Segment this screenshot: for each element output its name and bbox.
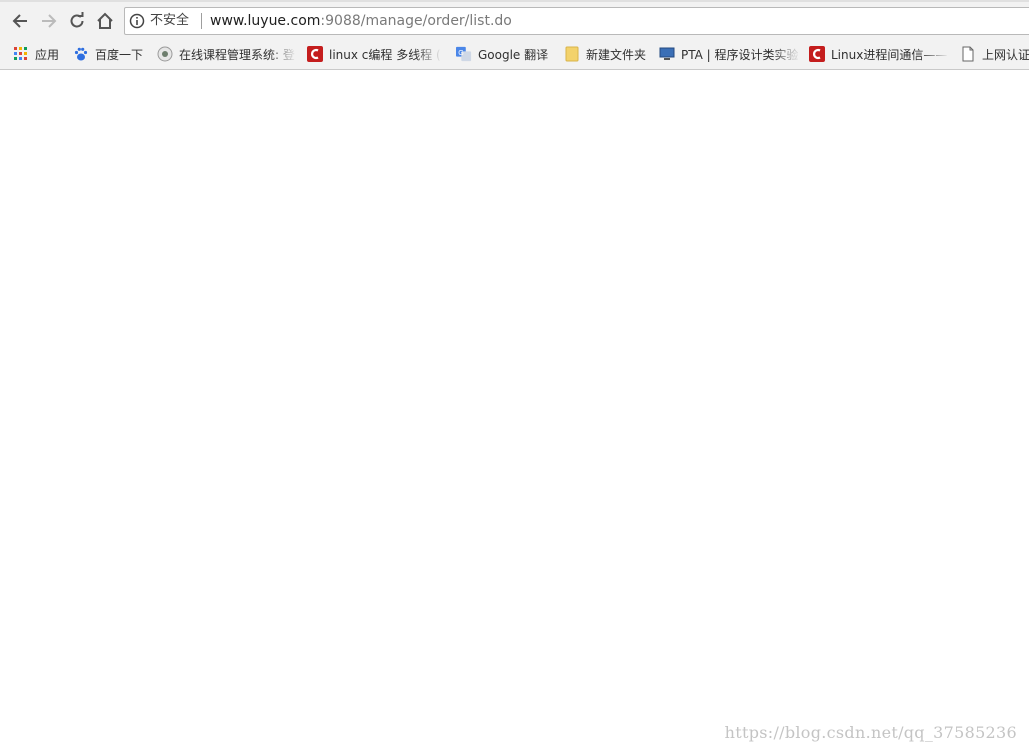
browser-toolbar: 不安全 www.luyue.com:9088/manage/order/list… — [0, 0, 1029, 40]
bookmark-apps[interactable]: 应用 — [13, 44, 59, 64]
bookmark-linux-c-thread[interactable]: linux c编程 多线程 ( — [307, 44, 442, 64]
forward-arrow-icon — [40, 12, 58, 30]
bookmark-baidu[interactable]: 百度一下 — [73, 44, 143, 64]
bookmark-label: 新建文件夹 — [586, 47, 647, 62]
bookmark-course-system[interactable]: 在线课程管理系统: 登 — [157, 44, 297, 64]
bookmark-linux-ipc[interactable]: Linux进程间通信—— — [809, 44, 949, 64]
baidu-paw-icon — [73, 46, 89, 62]
bookmark-label: 在线课程管理系统: 登 — [179, 47, 295, 62]
course-logo-icon — [157, 46, 173, 62]
home-button[interactable] — [94, 10, 116, 32]
monitor-icon — [659, 46, 675, 62]
page-content: https://blog.csdn.net/qq_37585236 — [0, 70, 1029, 750]
url-text[interactable]: www.luyue.com:9088/manage/order/list.do — [210, 12, 512, 30]
url-host: www.luyue.com — [210, 13, 321, 29]
folder-icon — [564, 46, 580, 62]
bookmark-new-folder[interactable]: 新建文件夹 — [564, 44, 646, 64]
bookmark-label: 上网认证 — [982, 47, 1029, 62]
security-label[interactable]: 不安全 — [150, 13, 189, 29]
csdn-icon — [307, 46, 323, 62]
bookmark-pta[interactable]: PTA | 程序设计类实验 — [659, 44, 801, 64]
reload-icon — [68, 12, 86, 30]
csdn-icon — [809, 46, 825, 62]
forward-button[interactable] — [38, 10, 60, 32]
svg-text:G: G — [458, 49, 464, 57]
home-icon — [96, 12, 114, 30]
bookmarks-bar: 应用 百度一下 在线课程管理系统: 登 linux c编程 多线程 ( G Go… — [0, 40, 1029, 70]
google-translate-icon: G — [456, 46, 472, 62]
bookmark-google-translate[interactable]: G Google 翻译 — [456, 44, 548, 64]
csdn-watermark: https://blog.csdn.net/qq_37585236 — [724, 723, 1017, 742]
apps-grid-icon — [13, 46, 29, 62]
bookmark-label: linux c编程 多线程 ( — [329, 47, 441, 62]
page-icon — [960, 46, 976, 62]
back-button[interactable] — [9, 10, 31, 32]
bookmark-label: PTA | 程序设计类实验 — [681, 47, 799, 62]
back-arrow-icon — [11, 12, 29, 30]
bookmark-label: Google 翻译 — [478, 47, 549, 62]
bookmark-network-auth[interactable]: 上网认证 — [960, 44, 1029, 64]
address-bar[interactable]: 不安全 www.luyue.com:9088/manage/order/list… — [124, 7, 1029, 35]
info-circle-icon[interactable] — [129, 13, 145, 29]
reload-button[interactable] — [66, 10, 88, 32]
bookmark-label: 应用 — [35, 47, 60, 62]
bookmark-label: 百度一下 — [95, 47, 144, 62]
url-path: :9088/manage/order/list.do — [320, 13, 512, 29]
bookmark-label: Linux进程间通信—— — [831, 47, 948, 62]
omnibox-separator — [201, 13, 202, 29]
